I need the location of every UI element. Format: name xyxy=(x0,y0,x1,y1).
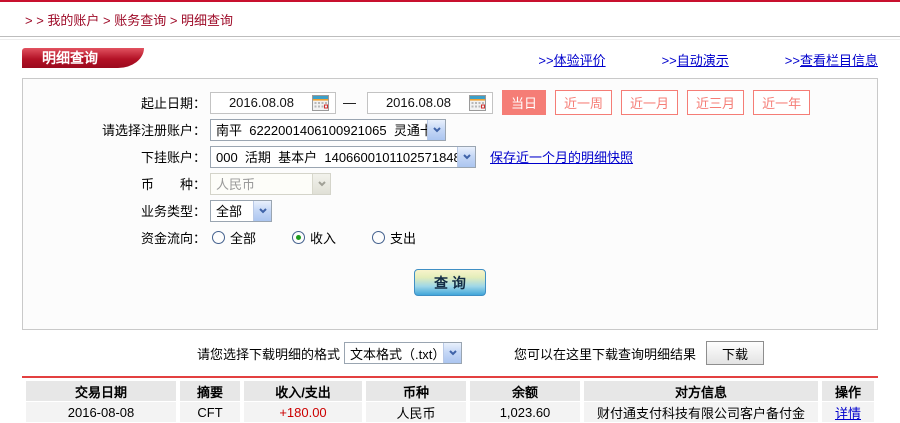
radio-all-label: 全部 xyxy=(230,228,256,247)
sub-account-select[interactable]: 000 活期 基本户 1406600101102571848 xyxy=(210,146,476,168)
business-type-select[interactable]: 全部 xyxy=(210,200,272,222)
col-header-balance: 余额 xyxy=(470,381,580,401)
calendar-icon[interactable] xyxy=(312,95,329,111)
cell-summary: CFT xyxy=(180,402,240,422)
link-label: 查看栏目信息 xyxy=(800,53,878,68)
sub-account-row: 下挂账户： 000 活期 基本户 1406600101102571848 保存近… xyxy=(23,143,877,170)
cell-amount: +180.00 xyxy=(244,402,362,422)
register-account-select[interactable]: 南平 6222001406100921065 灵通卡 xyxy=(210,119,446,141)
start-date-input[interactable] xyxy=(211,94,312,111)
business-type-value: 全部 xyxy=(211,201,253,220)
query-button-row: 查 询 xyxy=(23,269,877,296)
radio-expense-label: 支出 xyxy=(390,228,416,247)
query-form: 起止日期： — xyxy=(22,78,878,330)
download-row: 请您选择下载明细的格式 文本格式（.txt） 您可以在这里下载查询明细结果 下载 xyxy=(197,340,900,366)
col-header-currency: 币种 xyxy=(366,381,466,401)
link-prefix: >> xyxy=(662,53,677,68)
query-button[interactable]: 查 询 xyxy=(414,269,486,296)
link-prefix: >> xyxy=(538,53,553,68)
col-header-counterparty: 对方信息 xyxy=(584,381,818,401)
quick-range-3months-button[interactable]: 近三月 xyxy=(687,90,744,115)
download-button[interactable]: 下载 xyxy=(706,341,764,365)
business-type-row: 业务类型： 全部 xyxy=(23,197,877,224)
register-account-row: 请选择注册账户： 南平 6222001406100921065 灵通卡 xyxy=(23,116,877,143)
end-date-field xyxy=(367,92,493,114)
date-range-label: 起止日期： xyxy=(23,93,206,112)
link-label: 自动演示 xyxy=(677,53,729,68)
chevron-down-icon xyxy=(427,120,445,140)
register-account-value: 南平 6222001406100921065 灵通卡 xyxy=(211,120,427,139)
date-separator: — xyxy=(343,95,356,110)
cell-date: 2016-08-08 xyxy=(26,402,176,422)
quick-range-month-button[interactable]: 近一月 xyxy=(621,90,678,115)
header-links: >>体验评价 >>自动演示 >>查看栏目信息 xyxy=(538,50,878,69)
radio-all[interactable] xyxy=(212,231,225,244)
chevron-down-icon xyxy=(457,147,475,167)
detail-link[interactable]: 详情 xyxy=(835,406,861,421)
link-label: 体验评价 xyxy=(554,53,606,68)
link-experience-rating[interactable]: >>体验评价 xyxy=(538,50,605,69)
sub-account-value: 000 活期 基本户 1406600101102571848 xyxy=(211,147,457,166)
table-row: 2016-08-08 CFT +180.00 人民币 1,023.60 财付通支… xyxy=(26,402,874,422)
end-date-input[interactable] xyxy=(368,94,469,111)
cell-action: 详情 xyxy=(822,402,874,422)
link-auto-demo[interactable]: >>自动演示 xyxy=(662,50,729,69)
fund-flow-option-income: 收入 xyxy=(292,228,336,247)
fund-flow-option-all: 全部 xyxy=(212,228,256,247)
breadcrumb-divider xyxy=(0,36,900,40)
breadcrumb[interactable]: > > 我的账户 > 账务查询 > 明细查询 xyxy=(0,2,900,36)
chevron-down-icon xyxy=(312,174,330,194)
chevron-down-icon xyxy=(253,201,271,221)
table-divider-line xyxy=(22,376,878,378)
section-header: 明细查询 >>体验评价 >>自动演示 >>查看栏目信息 xyxy=(22,48,878,68)
download-format-value: 文本格式（.txt） xyxy=(345,344,443,363)
table-header-row: 交易日期 摘要 收入/支出 币种 余额 对方信息 操作 xyxy=(26,381,874,401)
col-header-amount: 收入/支出 xyxy=(244,381,362,401)
fund-flow-row: 资金流向： 全部 收入 支出 xyxy=(23,224,877,251)
save-snapshot-link[interactable]: 保存近一个月的明细快照 xyxy=(490,147,633,166)
download-format-select[interactable]: 文本格式（.txt） xyxy=(344,342,462,364)
link-view-column-info[interactable]: >>查看栏目信息 xyxy=(785,50,878,69)
date-range-row: 起止日期： — xyxy=(23,89,877,116)
col-header-date: 交易日期 xyxy=(26,381,176,401)
tab-detail-query: 明细查询 xyxy=(22,48,118,68)
start-date-field xyxy=(210,92,336,114)
download-format-label: 请您选择下载明细的格式 xyxy=(197,344,340,363)
currency-value: 人民币 xyxy=(211,174,312,193)
currency-label: 币 种： xyxy=(23,174,206,193)
cell-currency: 人民币 xyxy=(366,402,466,422)
col-header-action: 操作 xyxy=(822,381,874,401)
cell-counterparty: 财付通支付科技有限公司客户备付金 xyxy=(584,402,818,422)
radio-income-label: 收入 xyxy=(310,228,336,247)
cell-balance: 1,023.60 xyxy=(470,402,580,422)
link-prefix: >> xyxy=(785,53,800,68)
download-hint: 您可以在这里下载查询明细结果 xyxy=(514,344,696,363)
currency-select: 人民币 xyxy=(210,173,331,195)
sub-account-label: 下挂账户： xyxy=(23,147,206,166)
currency-row: 币 种： 人民币 xyxy=(23,170,877,197)
fund-flow-option-expense: 支出 xyxy=(372,228,416,247)
col-header-summary: 摘要 xyxy=(180,381,240,401)
chevron-down-icon xyxy=(443,343,461,363)
calendar-icon[interactable] xyxy=(469,95,486,111)
quick-range-year-button[interactable]: 近一年 xyxy=(753,90,810,115)
fund-flow-label: 资金流向： xyxy=(23,228,206,247)
transactions-table: 交易日期 摘要 收入/支出 币种 余额 对方信息 操作 2016-08-08 C… xyxy=(22,380,878,423)
quick-range-today-button[interactable]: 当日 xyxy=(502,90,546,115)
radio-income[interactable] xyxy=(292,231,305,244)
register-account-label: 请选择注册账户： xyxy=(23,120,206,139)
business-type-label: 业务类型： xyxy=(23,201,206,220)
radio-expense[interactable] xyxy=(372,231,385,244)
quick-range-week-button[interactable]: 近一周 xyxy=(555,90,612,115)
